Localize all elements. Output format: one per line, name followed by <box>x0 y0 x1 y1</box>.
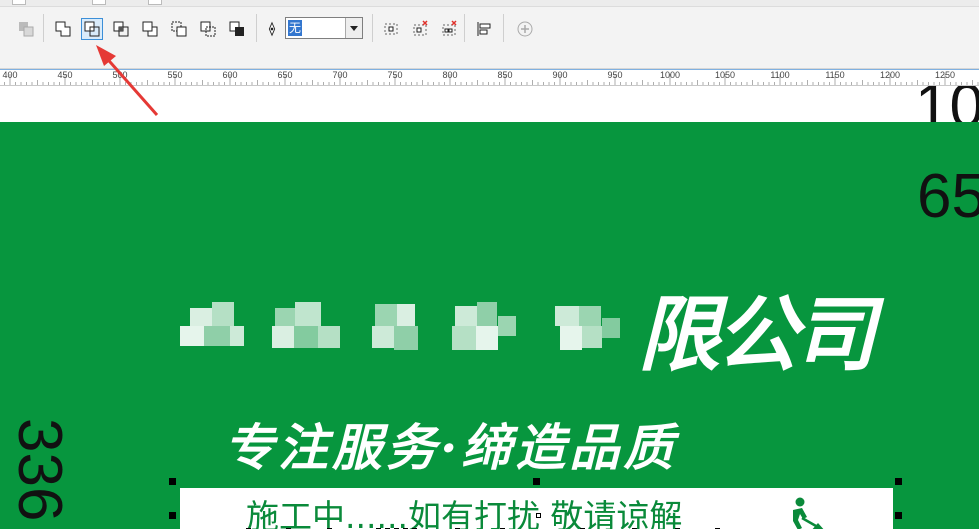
ruler-label: 450 <box>57 70 73 80</box>
slogan-text[interactable]: 专注服务·缔造品质 <box>224 408 677 480</box>
node-group <box>380 16 467 42</box>
delete-node-icon[interactable] <box>409 18 431 40</box>
separator <box>43 14 44 42</box>
separator <box>503 14 504 42</box>
selection-handle-ml[interactable] <box>169 512 176 519</box>
banner-text: 施工中......如有打扰 敬请谅解 <box>246 497 683 529</box>
chevron-down-icon[interactable] <box>345 18 362 38</box>
back-minus-front-icon[interactable] <box>197 18 219 40</box>
trim-icon[interactable] <box>81 18 103 40</box>
extra-group <box>514 16 543 42</box>
separator <box>464 14 465 42</box>
ruler-label: 500 <box>112 70 128 80</box>
ruler-label: 600 <box>222 70 238 80</box>
separator <box>256 14 257 42</box>
company-name-visible: 限公司 <box>638 287 876 383</box>
ruler-label: 1000 <box>659 70 681 80</box>
worker-icon <box>793 497 824 529</box>
selection-handle-tr[interactable] <box>895 478 902 485</box>
shaping-group <box>52 16 255 42</box>
property-toolbar: 无 <box>0 0 979 69</box>
right-number: 65 <box>917 162 979 231</box>
ruler-label: 850 <box>497 70 513 80</box>
selection-handle-tm[interactable] <box>533 478 540 485</box>
left-vertical-number: 336 <box>5 418 74 522</box>
break-node-icon[interactable] <box>438 18 460 40</box>
ruler-label: 1050 <box>714 70 736 80</box>
align-group <box>473 16 502 42</box>
boundary-icon[interactable] <box>226 18 248 40</box>
drawing-canvas[interactable]: 10 65 限公司 专注服务·缔造品质 施工中......如有打扰 敬请谅解 3… <box>0 86 979 529</box>
combine-icon[interactable] <box>15 18 37 40</box>
ruler-label: 1100 <box>770 70 790 80</box>
ruler-label: 1200 <box>879 70 901 80</box>
selection-handle-mr[interactable] <box>895 512 902 519</box>
ruler-label: 950 <box>607 70 623 80</box>
company-name[interactable]: 限公司 <box>180 268 900 383</box>
front-minus-back-icon[interactable] <box>168 18 190 40</box>
intersect-icon[interactable] <box>110 18 132 40</box>
horizontal-ruler[interactable]: 400 450 500 550 600 650 700 750 800 850 900 950 1000… <box>0 69 979 86</box>
construction-banner[interactable]: 施工中......如有打扰 敬请谅解 <box>180 488 893 529</box>
ruler-label: 900 <box>552 70 568 80</box>
ruler-label: 400 <box>2 70 18 80</box>
ruler-label: 1150 <box>825 70 845 80</box>
pen-outline-icon[interactable] <box>263 18 281 40</box>
green-sign-background[interactable]: 65 限公司 专注服务·缔造品质 施工中......如有打扰 敬请谅解 <box>0 122 979 529</box>
ruler-label: 550 <box>167 70 183 80</box>
selection-handle-tl[interactable] <box>169 478 176 485</box>
pixelated-company-name <box>180 302 620 350</box>
outline-width-select[interactable]: 无 <box>285 17 363 39</box>
ruler-label: 750 <box>387 70 403 80</box>
plus-icon[interactable] <box>514 18 536 40</box>
center-marker[interactable] <box>536 513 541 518</box>
ruler-label: 650 <box>277 70 293 80</box>
ruler-label: 1250 <box>934 70 956 80</box>
combine-group <box>15 16 44 42</box>
add-node-icon[interactable] <box>380 18 402 40</box>
ruler-label: 700 <box>332 70 348 80</box>
align-icon[interactable] <box>473 18 495 40</box>
outline-group <box>263 16 281 42</box>
toolbar-top-strip <box>0 0 979 7</box>
outline-width-value: 无 <box>288 20 303 36</box>
weld-icon[interactable] <box>52 18 74 40</box>
separator <box>372 14 373 42</box>
ruler-label: 800 <box>442 70 458 80</box>
simplify-icon[interactable] <box>139 18 161 40</box>
